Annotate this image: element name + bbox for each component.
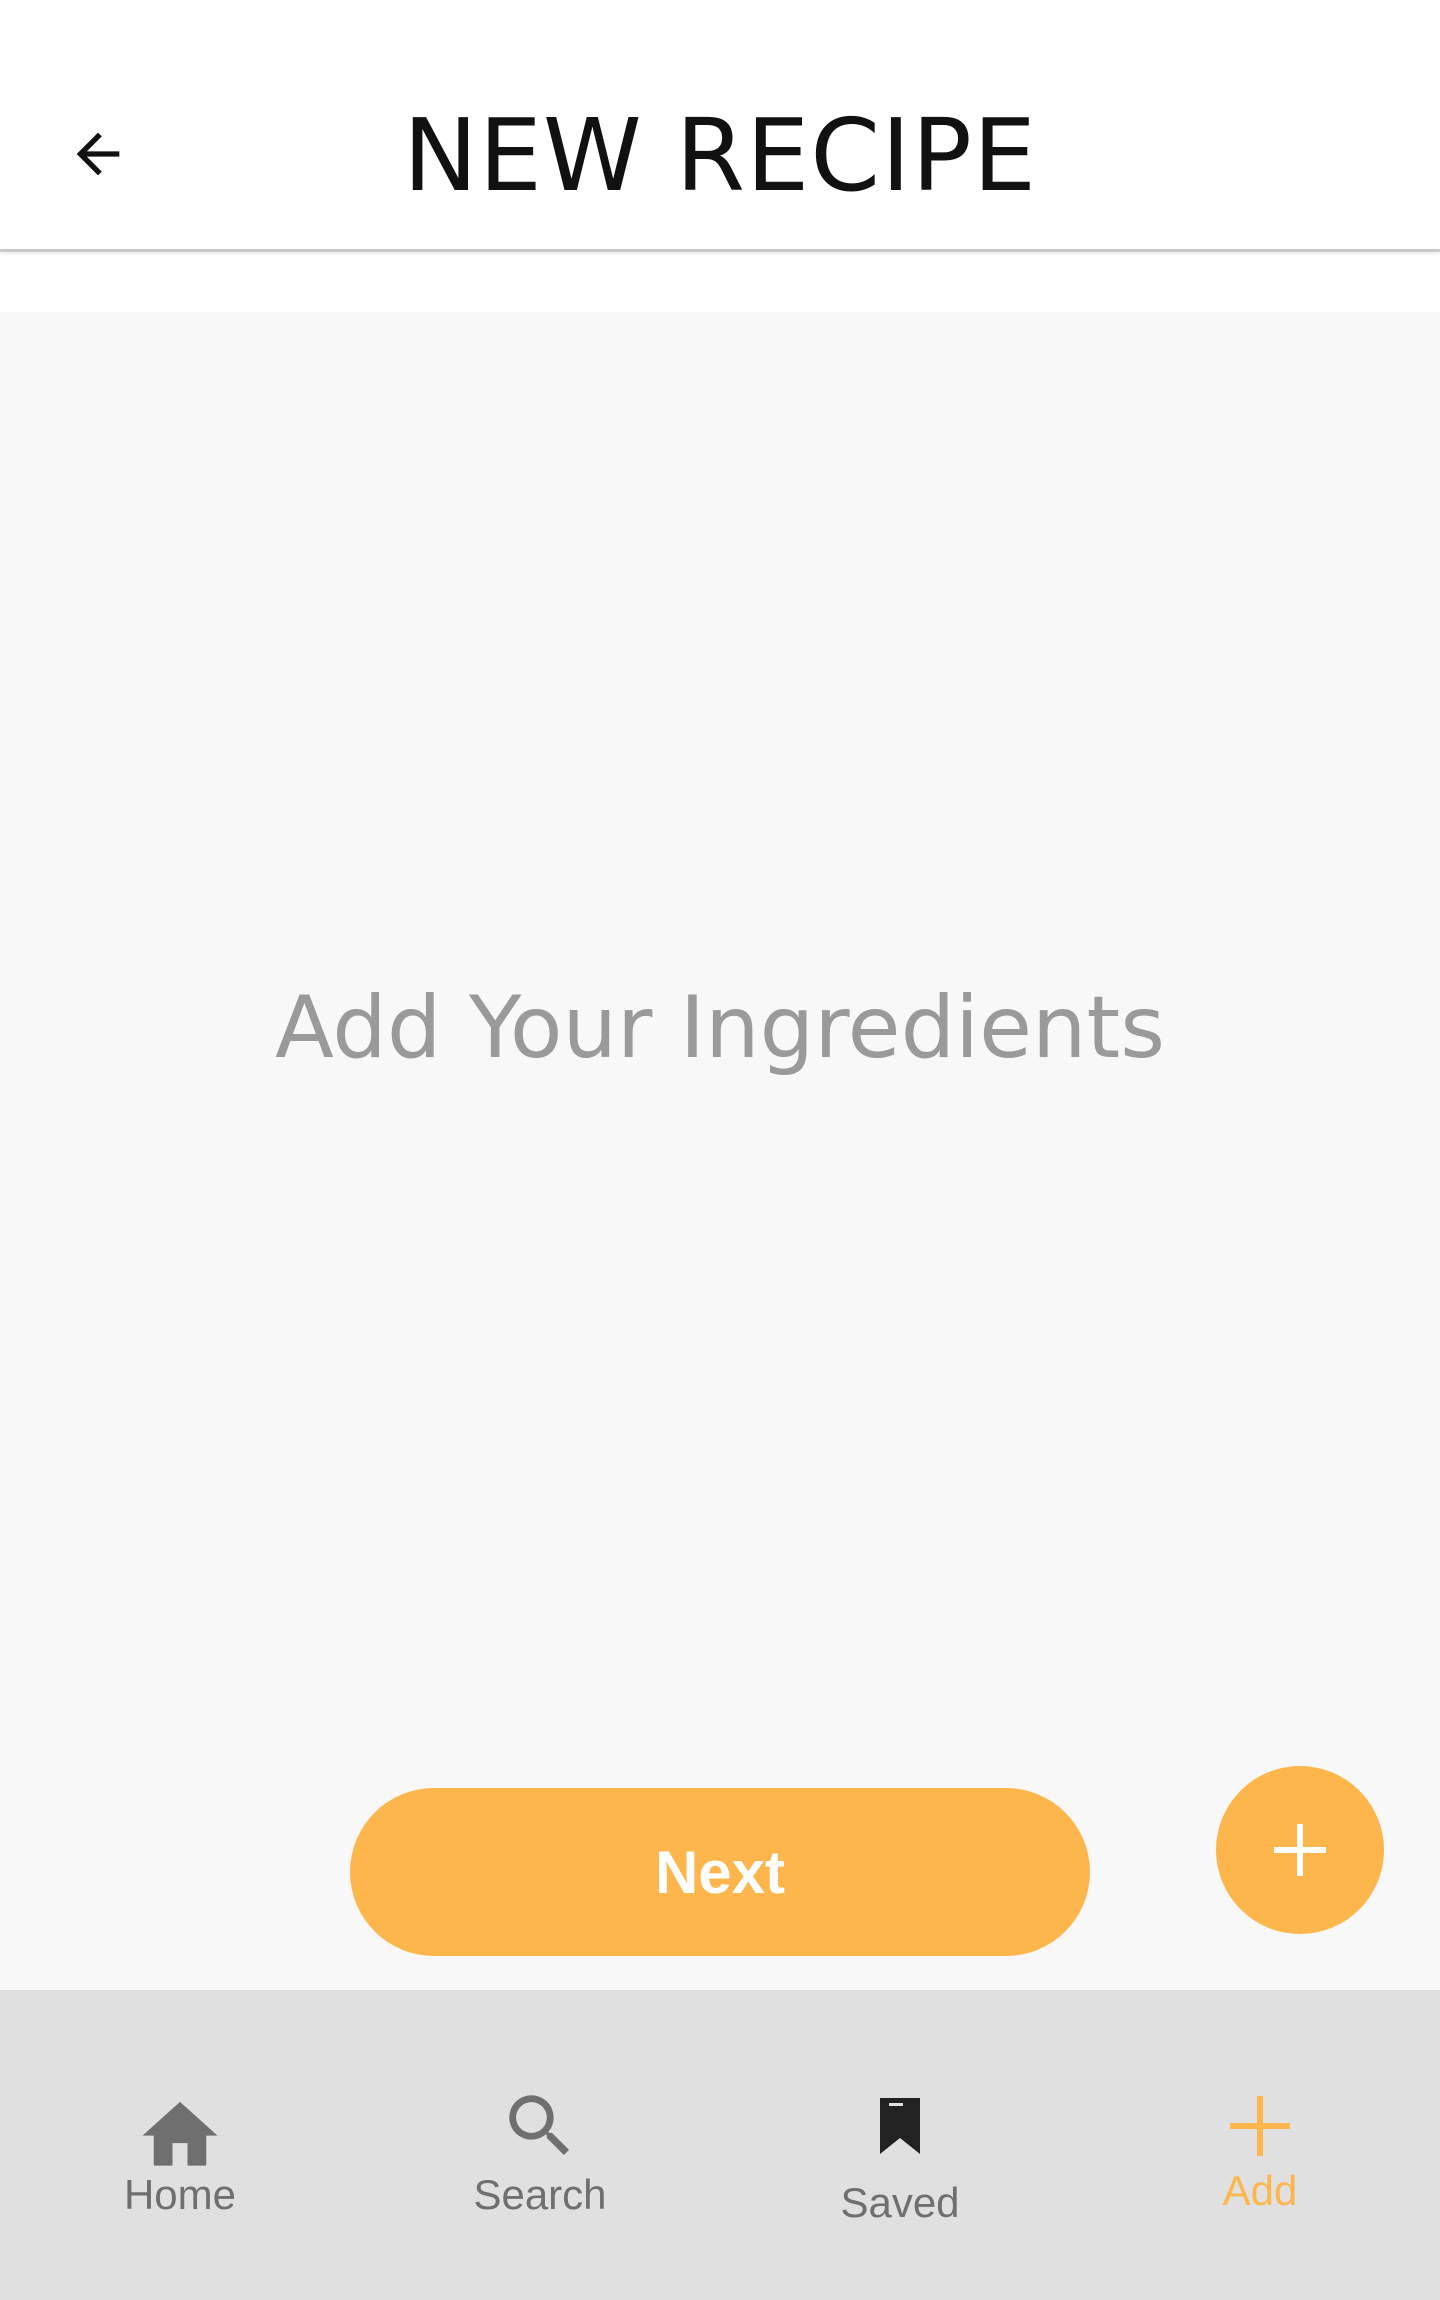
nav-label-home: Home <box>123 2171 237 2218</box>
nav-item-home[interactable]: Home <box>0 1990 360 2300</box>
home-icon <box>130 2080 230 2180</box>
nav-item-add[interactable]: Add <box>1080 1990 1440 2300</box>
app-screen: NEW RECIPE Add Your Ingredients Next Hom… <box>0 0 1440 2300</box>
nav-item-search[interactable]: Search <box>360 1990 720 2300</box>
plus-icon <box>1274 1824 1326 1876</box>
nav-item-saved[interactable]: Saved <box>720 1990 1080 2300</box>
top-app-bar: NEW RECIPE <box>0 0 1440 252</box>
bottom-navigation: Home Search Saved Add <box>0 1990 1440 2300</box>
empty-state-message: Add Your Ingredients <box>274 978 1166 1078</box>
next-button[interactable]: Next <box>350 1788 1090 1956</box>
search-icon <box>490 2076 590 2176</box>
ingredients-panel: Add Your Ingredients Next <box>0 312 1440 1990</box>
page-title: NEW RECIPE <box>402 97 1038 214</box>
nav-label-search: Search <box>473 2171 607 2218</box>
bookmark-icon <box>850 2076 950 2176</box>
nav-label-add: Add <box>1222 2167 1298 2214</box>
plus-icon <box>1210 2076 1310 2176</box>
add-ingredient-button[interactable] <box>1216 1766 1384 1934</box>
nav-label-saved: Saved <box>840 2179 960 2226</box>
